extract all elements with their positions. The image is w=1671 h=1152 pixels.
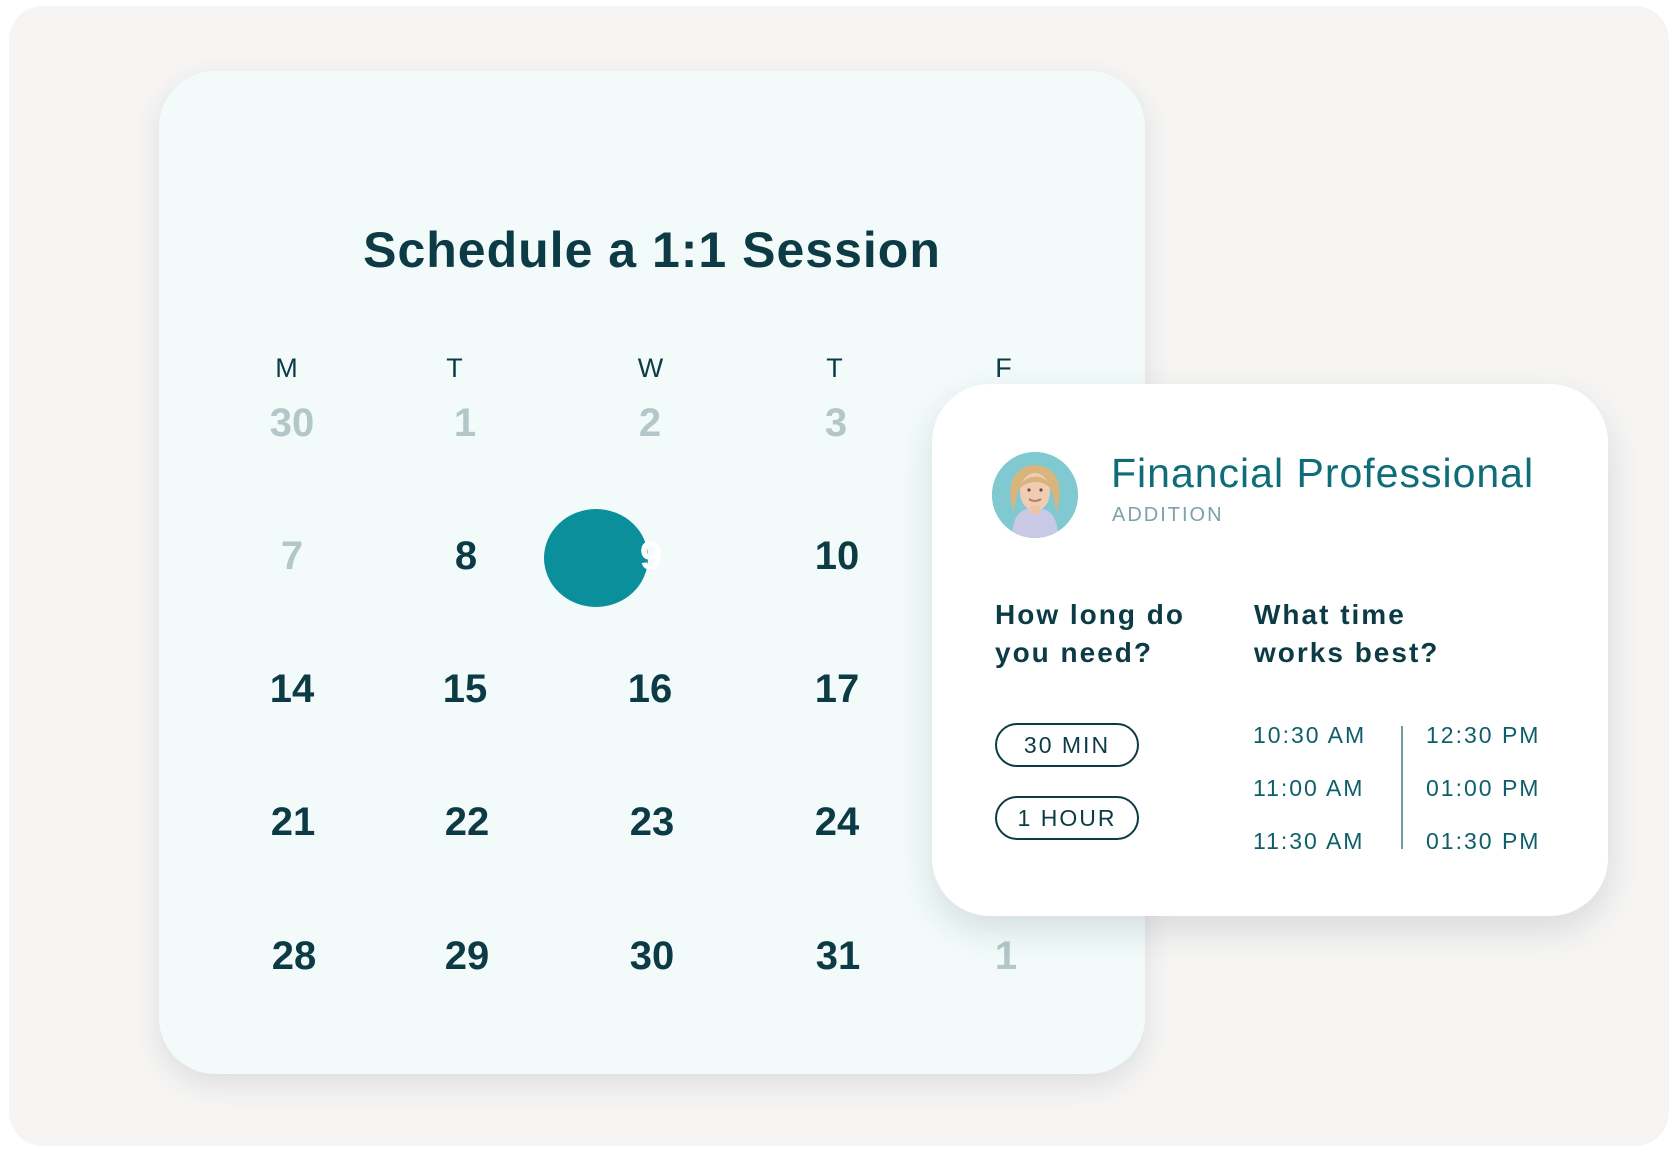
calendar-day[interactable]: 10 [782, 531, 892, 581]
calendar-day: 3 [824, 401, 848, 445]
weekday-wednesday: W [637, 353, 665, 383]
calendar-day[interactable]: 16 [595, 664, 705, 714]
calendar-day[interactable]: 23 [597, 797, 707, 847]
booking-details-card: Financial Professional ADDITION How long… [932, 384, 1608, 916]
weekday-tuesday: T [446, 353, 464, 383]
time-question: What time works best? [1254, 599, 1440, 668]
calendar-day[interactable]: 14 [237, 664, 347, 714]
time-slot-button[interactable]: 11:00 AM [1253, 775, 1364, 802]
duration-question: How long do you need? [995, 599, 1185, 668]
advisor-subtitle: ADDITION [1112, 504, 1224, 526]
calendar-day: 1 [453, 401, 477, 445]
calendar-day: 30 [269, 401, 315, 445]
calendar-day[interactable]: 22 [412, 797, 522, 847]
time-slot-button[interactable]: 01:00 PM [1426, 775, 1540, 802]
calendar-day[interactable]: 28 [239, 931, 349, 981]
time-slot-button[interactable]: 10:30 AM [1253, 722, 1366, 749]
time-column-divider [1401, 726, 1403, 849]
time-slot-button[interactable]: 01:30 PM [1426, 828, 1540, 855]
time-slot-button[interactable]: 12:30 PM [1426, 722, 1540, 749]
calendar-day[interactable]: 30 [597, 931, 707, 981]
page-title: Schedule a 1:1 Session [363, 222, 941, 278]
calendar-day-selected[interactable]: 9 [596, 531, 706, 581]
calendar-day: 7 [280, 534, 304, 578]
duration-30-min-button[interactable]: 30 MIN [995, 723, 1139, 767]
calendar-day[interactable]: 8 [411, 531, 521, 581]
calendar-day[interactable]: 15 [410, 664, 520, 714]
calendar-day[interactable]: 29 [412, 931, 522, 981]
calendar-day: 1 [994, 934, 1018, 978]
person-photo-icon [992, 452, 1078, 538]
calendar-day[interactable]: 21 [238, 797, 348, 847]
weekday-thursday: T [826, 353, 844, 383]
background-stage: Schedule a 1:1 Session M T W T F 30 1 2 … [9, 6, 1669, 1146]
avatar [992, 452, 1078, 538]
weekday-friday: F [995, 353, 1013, 383]
calendar-day[interactable]: 17 [782, 664, 892, 714]
advisor-name: Financial Professional [1111, 450, 1535, 496]
calendar-day[interactable]: 31 [783, 931, 893, 981]
calendar-day[interactable]: 24 [782, 797, 892, 847]
weekday-monday: M [275, 353, 299, 383]
calendar-day: 2 [638, 401, 662, 445]
time-slot-button[interactable]: 11:30 AM [1253, 828, 1364, 855]
duration-1-hour-button[interactable]: 1 HOUR [995, 796, 1139, 840]
